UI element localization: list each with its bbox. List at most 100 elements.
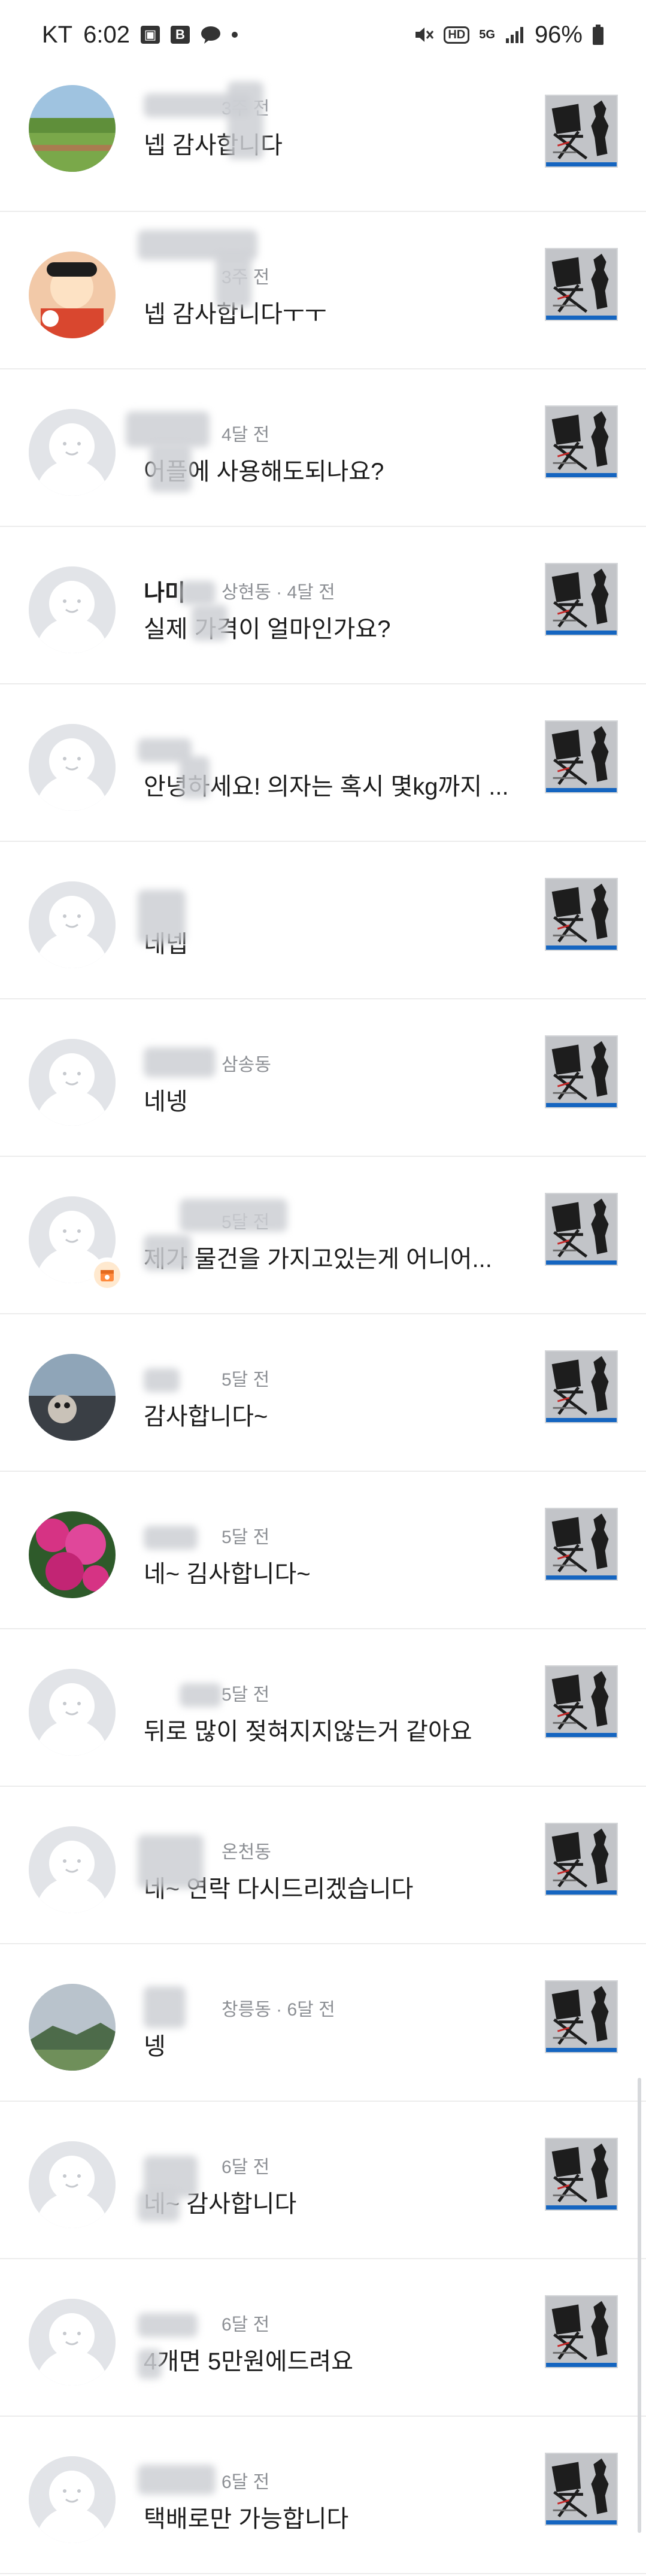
redaction-overlay [144,1526,198,1550]
chat-row[interactable]: 5달 전 제가 물건을 가지고있는게 어니어... [0,1157,646,1314]
location-time: 6달 전 [222,2157,270,2177]
thumbnail-accent-bar [546,1418,617,1422]
avatar [29,409,116,496]
item-thumbnail[interactable] [545,248,618,321]
thumbnail-accent-bar [546,473,617,477]
thumbnail-accent-bar [546,1733,617,1737]
chat-row[interactable]: 3주 전 넵 감사합니다 [0,69,646,212]
chat-row[interactable]: 안녕하세요! 의자는 혹시 몇kg까지 ... [0,684,646,842]
location-time: 삼송동 [222,1055,271,1075]
chat-meta: 나미 상현동 · 4달 전 [144,578,335,606]
chat-list: 3주 전 넵 감사합니다 3주 전 넵 감사합니다ㅜㅜ [0,69,646,2574]
redaction-overlay [144,1235,192,1271]
avatar [29,1354,116,1441]
avatar [29,251,116,338]
redaction-overlay [180,1199,287,1232]
redaction-overlay [144,1047,216,1077]
thumbnail-accent-bar [546,162,617,166]
chat-row[interactable]: 3주 전 넵 감사합니다ㅜㅜ [0,212,646,369]
location-time: 5달 전 [222,1685,270,1705]
camping-chair-image [546,564,617,635]
thumbnail-accent-bar [546,2520,617,2525]
last-message: 네~ 감사합니다 [144,2191,297,2217]
status-right: HD 5G 96% [414,18,604,51]
chat-row[interactable]: 5달 전 네~ 김사합니다~ [0,1472,646,1629]
thumbnail-accent-bar [546,1575,617,1580]
more-notifications-dot [231,32,238,38]
item-thumbnail[interactable] [545,1350,618,1423]
redaction-overlay [138,2313,198,2337]
item-thumbnail[interactable] [545,720,618,793]
chat-notification-icon [201,25,221,44]
item-thumbnail[interactable] [545,2453,618,2526]
redaction-overlay [138,890,186,944]
chat-row[interactable]: 창릉동 · 6달 전 넹 [0,1944,646,2102]
avatar [29,2456,116,2543]
last-message: 택배로만 가능합니다 [144,2506,349,2532]
item-thumbnail[interactable] [545,1665,618,1738]
mute-icon [414,25,434,44]
item-thumbnail[interactable] [545,1508,618,1581]
item-thumbnail[interactable] [545,563,618,636]
location-time: 6달 전 [222,2472,270,2492]
avatar [29,1984,116,2071]
item-thumbnail[interactable] [545,1193,618,1266]
last-message: 4개면 5만원에드려요 [144,2348,354,2375]
item-thumbnail[interactable] [545,878,618,951]
chat-row[interactable]: 6달 전 네~ 감사합니다 [0,2102,646,2259]
last-message: 네넵 [144,931,188,957]
chat-row[interactable]: 나미 상현동 · 4달 전 실제 가격이 얼마인가요? [0,527,646,684]
redaction-overlay [138,2465,216,2495]
avatar [29,2299,116,2386]
chat-row[interactable]: 4달 전 어플에 사용해도되나요? [0,369,646,527]
location-time: 온천동 [222,1842,271,1862]
item-thumbnail[interactable] [545,95,618,168]
camping-chair-image [546,1824,617,1895]
location-time: 4달 전 [222,425,270,445]
avatar [29,724,116,811]
thumbnail-accent-bar [546,788,617,792]
avatar [29,1669,116,1756]
camping-chair-image [546,2454,617,2525]
chat-row[interactable]: 5달 전 감사합니다~ [0,1314,646,1472]
network-type-icon: 5G [479,28,495,41]
avatar [29,881,116,968]
redaction-overlay [180,581,216,605]
item-thumbnail[interactable] [545,2295,618,2368]
camping-chair-image [546,407,617,477]
carrier-label: KT [42,21,73,48]
item-thumbnail[interactable] [545,1823,618,1896]
avatar [29,1039,116,1126]
location-time: 5달 전 [222,1370,270,1390]
camping-chair-image [546,249,617,320]
chat-row[interactable]: 5달 전 뒤로 많이 젖혀지지않는거 같아요 [0,1629,646,1787]
chat-row[interactable]: 6달 전 택배로만 가능합니다 [0,2417,646,2574]
camping-chair-image [546,1509,617,1580]
thumbnail-accent-bar [546,316,617,320]
last-message: 네넹 [144,1089,188,1115]
item-thumbnail[interactable] [545,1980,618,2053]
item-thumbnail[interactable] [545,2138,618,2211]
battery-icon [592,25,604,45]
thumbnail-accent-bar [546,2048,617,2052]
redaction-overlay [138,2192,180,2222]
thumbnail-accent-bar [546,1260,617,1265]
camping-chair-image [546,1666,617,1737]
thumbnail-accent-bar [546,1103,617,1107]
chat-row[interactable]: 6달 전 4개면 5만원에드려요 [0,2259,646,2417]
chat-row[interactable]: 온천동 네~ 연락 다시드리겠습니다 [0,1787,646,1944]
avatar [29,566,116,653]
status-bar: KT 6:02 ▣ B HD 5G 96% [0,0,646,69]
redaction-overlay [138,1835,204,1889]
last-message: 제가 물건을 가지고있는게 어니어... [144,1246,492,1272]
thumbnail-accent-bar [546,2363,617,2367]
last-message: 네~ 김사합니다~ [144,1561,311,1587]
item-thumbnail[interactable] [545,1035,618,1108]
location-time: 5달 전 [222,1528,270,1547]
scrollbar[interactable] [638,2078,641,2533]
chat-row[interactable]: 네넵 [0,842,646,999]
chat-row[interactable]: 삼송동 네넹 [0,999,646,1157]
camping-chair-image [546,1351,617,1422]
item-thumbnail[interactable] [545,405,618,478]
location-time: 상현동 · 4달 전 [222,583,335,602]
